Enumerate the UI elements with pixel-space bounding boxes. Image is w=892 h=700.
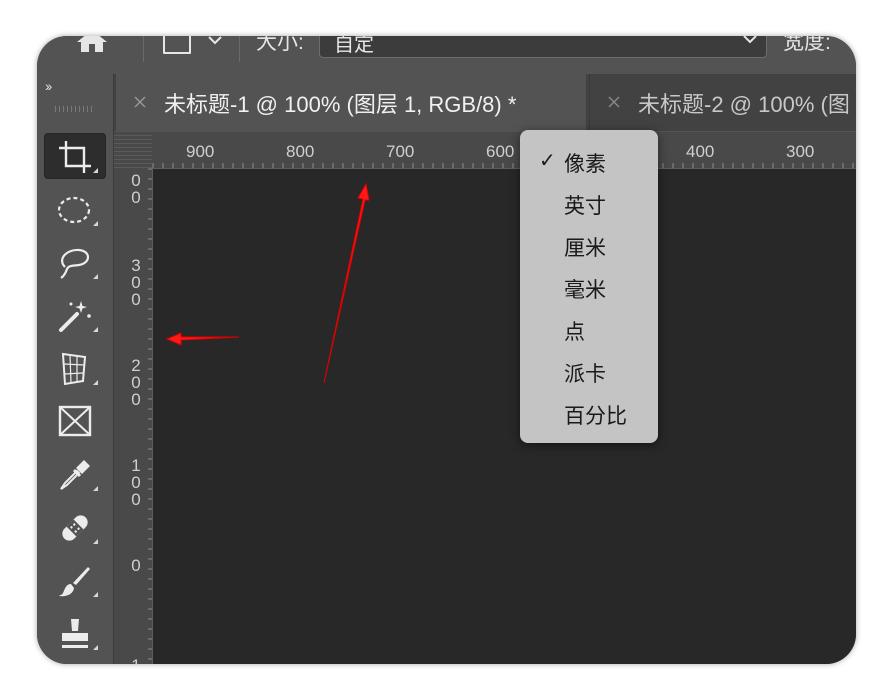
document-canvas[interactable] (153, 169, 856, 664)
frame-icon (58, 405, 92, 437)
ruler-label: 00 (131, 171, 141, 207)
tab-title: 未标题-1 @ 100% (图层 1, RGB/8) * (164, 92, 517, 117)
crop-icon (59, 141, 91, 173)
ellipse-marquee-icon (57, 196, 91, 224)
chevron-down-icon (743, 36, 757, 44)
eyedropper-icon (60, 460, 90, 490)
ruler-label: 800 (286, 142, 315, 161)
eyedropper-tool[interactable] (44, 451, 106, 497)
horizontal-ruler[interactable]: 900 800 700 600 400 300 (152, 132, 856, 169)
chevron-down-icon[interactable] (207, 36, 223, 48)
ruler-label: 200 (131, 356, 141, 409)
ruler-label: 600 (486, 142, 515, 161)
brush-tool[interactable] (44, 557, 106, 603)
ruler-origin[interactable] (114, 132, 152, 168)
width-label: 宽度: (783, 36, 831, 54)
menu-item-percent[interactable]: 百分比 (520, 394, 658, 430)
ruler-label: 300 (786, 142, 815, 161)
ruler-label: 0 (131, 556, 141, 575)
bandage-icon (62, 515, 88, 541)
ruler-label: 700 (386, 142, 415, 161)
document-tab-inactive[interactable]: 未标题-2 @ 100% (图 (589, 74, 856, 131)
menu-item-points[interactable]: 点 (520, 310, 658, 346)
separator (239, 36, 240, 62)
size-label: 大小: (256, 36, 304, 54)
menu-item-picas[interactable]: 派卡 (520, 352, 658, 388)
menu-item-inches[interactable]: 英寸 (520, 184, 658, 220)
magic-wand-icon (59, 301, 91, 332)
perspective-crop-tool[interactable] (44, 345, 106, 391)
healing-brush-tool[interactable] (44, 504, 106, 550)
ruler-label: 100 (131, 456, 141, 509)
frame-tool[interactable] (44, 398, 106, 444)
close-icon[interactable] (134, 96, 146, 108)
preset-select[interactable]: 自定 (319, 36, 767, 58)
ruler-label: 300 (131, 256, 141, 309)
tab-title: 未标题-2 @ 100% (图 (638, 92, 850, 117)
clone-stamp-tool[interactable] (44, 610, 106, 656)
separator (143, 36, 144, 62)
menu-item-millimeters[interactable]: 毫米 (520, 268, 658, 304)
crop-preset-icon[interactable] (163, 36, 191, 54)
document-tab-active[interactable]: 未标题-1 @ 100% (图层 1, RGB/8) * (116, 74, 586, 131)
collapse-panel-button[interactable]: ›› (45, 78, 52, 94)
ellipse-marquee-tool[interactable] (44, 186, 106, 232)
menu-item-centimeters[interactable]: 厘米 (520, 226, 658, 262)
tools-panel: ›› (37, 74, 114, 664)
vertical-ruler[interactable]: 00 300 200 100 0 1 (114, 168, 153, 664)
perspective-crop-icon (61, 352, 87, 386)
lasso-icon (60, 248, 90, 279)
ruler-ticks (148, 168, 152, 660)
magic-wand-tool[interactable] (44, 292, 106, 338)
options-bar: 大小: 自定 宽度: (37, 36, 856, 75)
document-tab-bar: 未标题-1 @ 100% (图层 1, RGB/8) * 未标题-2 @ 100… (114, 74, 856, 131)
checkmark-icon: ✓ (539, 150, 556, 172)
preset-value: 自定 (334, 36, 374, 56)
close-icon[interactable] (608, 96, 620, 108)
stamp-icon (62, 619, 88, 648)
menu-item-pixels[interactable]: ✓ 像素 (520, 142, 658, 178)
ruler-label: 900 (186, 142, 215, 161)
lasso-tool[interactable] (44, 239, 106, 285)
ruler-units-menu: ✓ 像素 英寸 厘米 毫米 点 派卡 百分比 (520, 130, 658, 443)
ruler-label: 1 (130, 657, 142, 664)
home-icon[interactable] (75, 36, 109, 52)
ruler-label: 400 (686, 142, 715, 161)
brush-icon (59, 567, 90, 597)
panel-grip[interactable] (55, 106, 95, 112)
photoshop-window: 大小: 自定 宽度: ›› 未标题-1 @ 100% (图层 1, RGB/8)… (37, 36, 856, 664)
crop-tool[interactable] (44, 133, 106, 179)
